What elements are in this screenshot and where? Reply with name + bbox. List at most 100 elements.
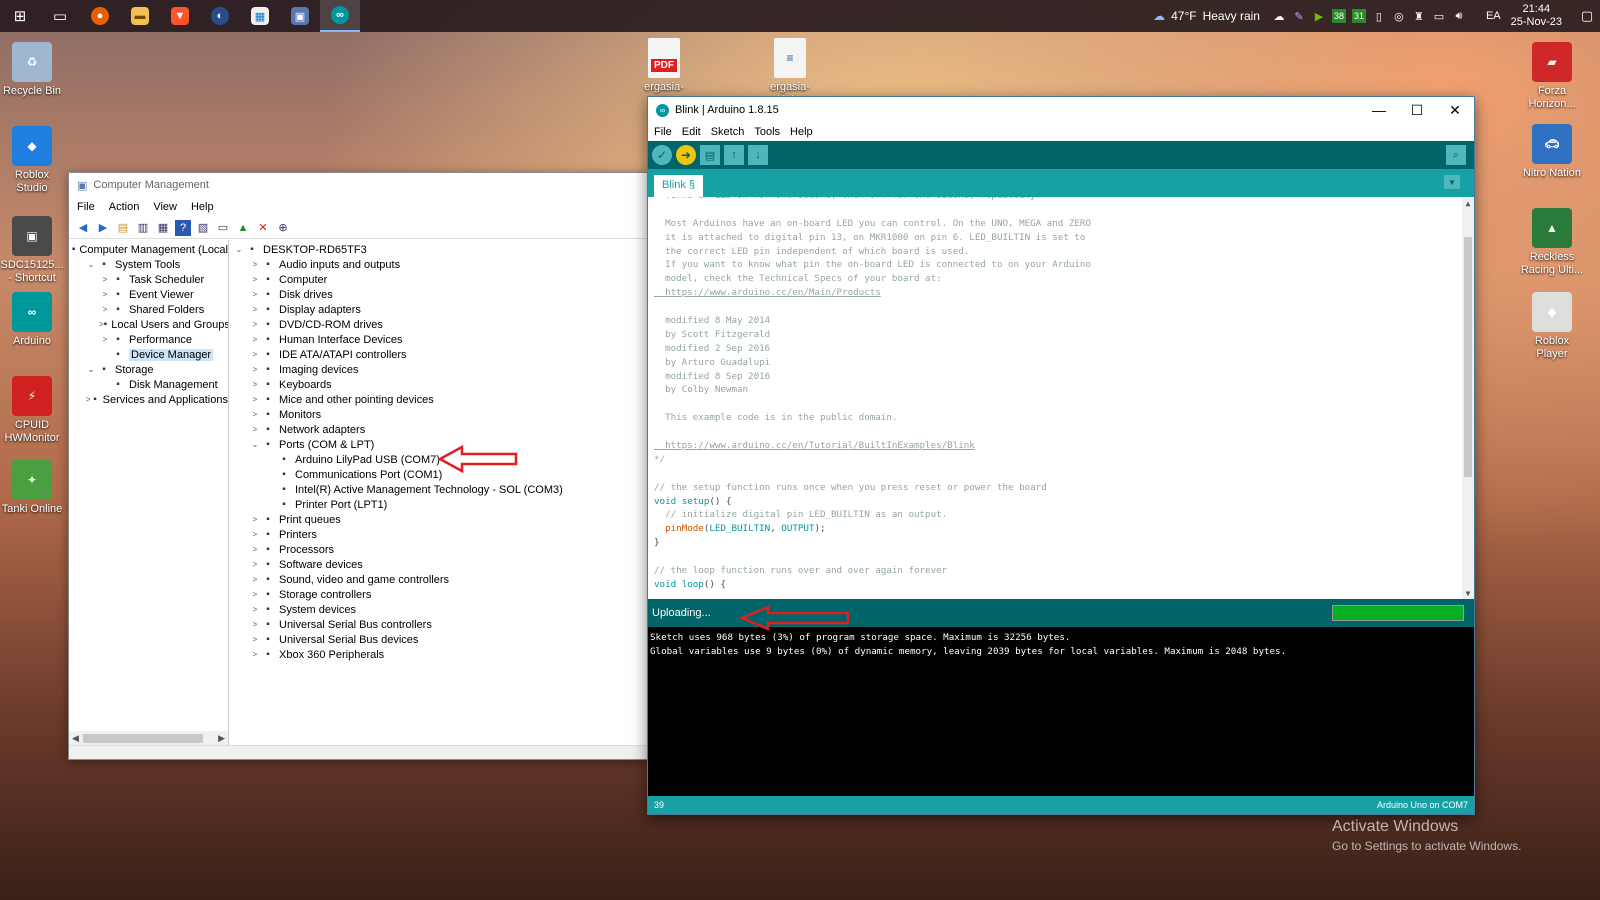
tree-item[interactable]: > ▪ Display adapters [229,302,647,317]
expanded-chevron-icon[interactable]: ⌄ [85,365,97,374]
tree-item[interactable]: > ▪ Mice and other pointing devices [229,392,647,407]
uninstall-icon[interactable]: ✕ [255,220,271,236]
update-driver-icon[interactable]: ▲ [235,220,251,236]
arduino-titlebar[interactable]: ∞ Blink | Arduino 1.8.15 — ☐ ✕ [648,97,1474,123]
cm-titlebar[interactable]: ▣ Computer Management [69,173,647,197]
usb-drive-icon[interactable]: ▯ [1372,9,1386,23]
tree-item[interactable]: > ▪ Local Users and Groups [69,317,228,332]
collapsed-chevron-icon[interactable]: > [249,590,261,599]
arduino-menu-tools[interactable]: Tools [754,126,780,138]
tree-item[interactable]: ⌄ ▪ Storage [69,362,228,377]
tree-item[interactable]: ▪ Printer Port (LPT1) [229,497,647,512]
file-explorer-icon[interactable]: ▬ [120,0,160,32]
scroll-down-icon[interactable]: ▼ [1462,587,1474,599]
show-hide-tree-icon[interactable]: ▥ [135,220,151,236]
language-indicator[interactable]: EA [1486,10,1501,22]
back-arrow-icon[interactable]: ◀ [75,220,91,236]
tree-item[interactable]: > ▪ Xbox 360 Peripherals [229,647,647,662]
desktop-icon[interactable]: ✦ Tanki Online [0,460,64,516]
tree-item[interactable]: > ▪ Network adapters [229,422,647,437]
collapsed-chevron-icon[interactable]: > [249,410,261,419]
collapsed-chevron-icon[interactable]: > [249,350,261,359]
collapsed-chevron-icon[interactable]: > [249,530,261,539]
volume-icon[interactable]: 🔊︎ [1452,9,1466,23]
tree-item[interactable]: > ▪ Sound, video and game controllers [229,572,647,587]
collapsed-chevron-icon[interactable]: > [249,560,261,569]
scroll-thumb[interactable] [83,733,203,743]
expanded-chevron-icon[interactable]: ⌄ [233,245,245,254]
scroll-right-icon[interactable]: ▶ [218,733,225,744]
brave-icon[interactable]: ▼ [160,0,200,32]
up-folder-icon[interactable]: ▤ [115,220,131,236]
arduino-menu-help[interactable]: Help [790,126,813,138]
collapsed-chevron-icon[interactable]: > [249,275,261,284]
cm-left-scrollbar[interactable]: ◀ ▶ [69,731,228,745]
tree-item[interactable]: > ▪ Task Scheduler [69,272,228,287]
windows-start-icon[interactable]: ⊞ [0,0,40,32]
collapsed-chevron-icon[interactable]: > [249,380,261,389]
tree-item[interactable]: > ▪ Processors [229,542,647,557]
app-icon[interactable]: ◐ [200,0,240,32]
tree-item[interactable]: > ▪ Imaging devices [229,362,647,377]
tree-item[interactable]: > ▪ Universal Serial Bus controllers [229,617,647,632]
cloud-icon[interactable]: ☁ [1272,9,1286,23]
desktop-icon[interactable]: ∞ Arduino [0,292,64,348]
collapsed-chevron-icon[interactable]: > [249,425,261,434]
collapsed-chevron-icon[interactable]: > [249,335,261,344]
collapsed-chevron-icon[interactable]: > [249,575,261,584]
editor-scrollbar[interactable]: ▲ ▼ [1462,197,1474,599]
collapsed-chevron-icon[interactable]: > [99,335,111,344]
task-view-icon[interactable]: ▭ [40,0,80,32]
open-sketch-button[interactable]: ↑ [724,145,744,165]
microsoft-store-icon[interactable]: ▦ [240,0,280,32]
collapsed-chevron-icon[interactable]: > [249,635,261,644]
nvidia-icon[interactable]: ▶ [1312,9,1326,23]
tray-badge-2[interactable]: 31 [1351,9,1366,23]
tree-item[interactable]: ▪ Device Manager [69,347,228,362]
editor-scroll-thumb[interactable] [1464,237,1472,477]
tree-item[interactable]: ▪ Disk Management [69,377,228,392]
forward-arrow-icon[interactable]: ▶ [95,220,111,236]
view-icon[interactable]: ▧ [195,220,211,236]
desktop-icon[interactable]: ▣ SDC15125... - Shortcut [0,216,64,285]
desktop-icon[interactable]: ◆ Roblox Studio [0,126,64,195]
collapsed-chevron-icon[interactable]: > [249,395,261,404]
verify-button[interactable]: ✓ [652,145,672,165]
collapsed-chevron-icon[interactable]: > [249,305,261,314]
minimize-icon[interactable]: — [1360,97,1398,123]
tree-item[interactable]: > ▪ Disk drives [229,287,647,302]
tab-menu-icon[interactable]: ▼ [1444,175,1460,189]
arduino-taskbar-icon[interactable]: ∞ [320,0,360,32]
collapsed-chevron-icon[interactable]: > [99,305,111,314]
tree-item[interactable]: > ▪ Computer [229,272,647,287]
network-icon[interactable]: ▭ [1432,9,1446,23]
collapsed-chevron-icon[interactable]: > [249,650,261,659]
clock[interactable]: 21:44 25-Nov-23 [1511,3,1562,29]
desktop-icon[interactable]: ▰ Forza Horizon... [1520,42,1584,111]
tree-item[interactable]: ⌄ ▪ DESKTOP-RD65TF3 [229,242,647,257]
upload-button[interactable]: ➜ [676,145,696,165]
maximize-icon[interactable]: ☐ [1398,97,1436,123]
tree-item[interactable]: > ▪ Monitors [229,407,647,422]
tab-blink[interactable]: Blink § [654,175,704,197]
arduino-menu-file[interactable]: File [654,126,672,138]
tree-item[interactable]: > ▪ Storage controllers [229,587,647,602]
serial-monitor-button[interactable]: ⌕ [1446,145,1466,165]
scroll-left-icon[interactable]: ◀ [72,733,79,744]
tree-item[interactable]: > ▪ Universal Serial Bus devices [229,632,647,647]
collapsed-chevron-icon[interactable]: > [249,260,261,269]
expanded-chevron-icon[interactable]: ⌄ [249,440,261,449]
computer-management-taskbar-icon[interactable]: ▣ [280,0,320,32]
collapsed-chevron-icon[interactable]: > [249,545,261,554]
tree-item[interactable]: ⌄ ▪ System Tools [69,257,228,272]
pen-icon[interactable]: ✎ [1292,9,1306,23]
collapsed-chevron-icon[interactable]: > [99,275,111,284]
tree-item[interactable]: > ▪ Shared Folders [69,302,228,317]
enable-device-icon[interactable]: ⊕ [275,220,291,236]
tree-item[interactable]: > ▪ Performance [69,332,228,347]
tree-item[interactable]: > ▪ Software devices [229,557,647,572]
tree-item[interactable]: > ▪ Audio inputs and outputs [229,257,647,272]
scroll-up-icon[interactable]: ▲ [1462,197,1474,209]
collapsed-chevron-icon[interactable]: > [249,605,261,614]
collapsed-chevron-icon[interactable]: > [99,290,111,299]
